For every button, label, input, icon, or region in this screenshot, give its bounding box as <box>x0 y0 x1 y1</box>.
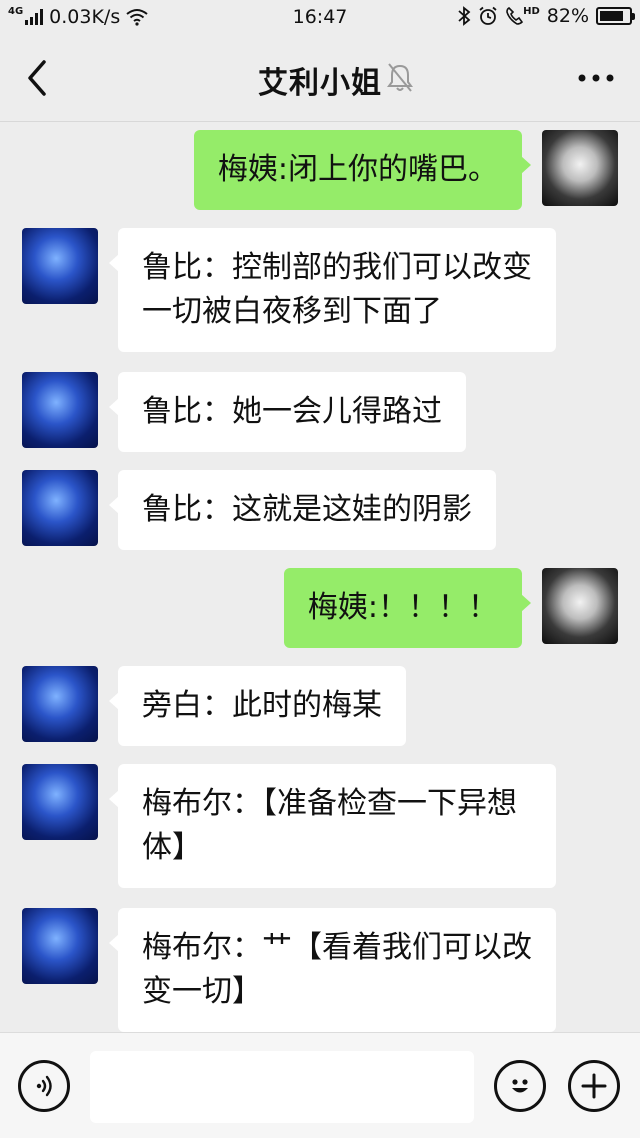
incoming-bubble[interactable]: 鲁比：控制部的我们可以改变一切被白夜移到下面了 <box>109 228 556 352</box>
message-text: 梅布尔：【准备检查一下异想体】 <box>142 786 517 865</box>
incoming-bubble[interactable]: 梅布尔：艹【看着我们可以改变一切】 <box>109 908 556 1032</box>
message-text: 旁白：此时的梅某 <box>142 688 382 723</box>
outgoing-bubble[interactable]: 梅姨:！！！！ <box>283 568 532 648</box>
chat-header: 艾利小姐 <box>0 34 640 122</box>
message-text: 梅姨:闭上你的嘴巴。 <box>217 152 498 187</box>
battery-icon <box>596 7 635 25</box>
message-text: 梅姨:！！！！ <box>307 590 498 625</box>
message-row: 梅姨:！！！！ <box>0 568 640 648</box>
emoji-button[interactable] <box>494 1060 546 1112</box>
plus-button[interactable] <box>568 1060 620 1112</box>
message-text: 鲁比：控制部的我们可以改变一切被白夜移到下面了 <box>142 250 532 329</box>
battery-fill <box>600 11 623 21</box>
message-text: 鲁比：这就是这娃的阴影 <box>142 492 472 527</box>
message-row: 鲁比：她一会儿得路过 <box>0 372 640 452</box>
plus-icon <box>581 1073 607 1099</box>
contact-avatar[interactable] <box>22 228 98 304</box>
bell-muted-icon <box>387 63 413 92</box>
contact-avatar[interactable] <box>22 372 98 448</box>
contact-avatar[interactable] <box>22 470 98 546</box>
hd-call-icon: HD <box>505 6 540 26</box>
bluetooth-icon <box>458 6 471 26</box>
message-row: 梅布尔：艹【看着我们可以改变一切】 <box>0 908 640 1032</box>
input-bar <box>0 1032 640 1138</box>
incoming-bubble[interactable]: 旁白：此时的梅某 <box>109 666 406 746</box>
voice-button[interactable] <box>18 1060 70 1112</box>
emoji-icon <box>512 1079 528 1093</box>
message-row: 鲁比：控制部的我们可以改变一切被白夜移到下面了 <box>0 228 640 352</box>
hd-label: HD <box>523 6 540 17</box>
contact-avatar[interactable] <box>22 908 98 984</box>
incoming-bubble[interactable]: 鲁比：这就是这娃的阴影 <box>109 470 496 550</box>
message-row: 梅姨:闭上你的嘴巴。 <box>0 130 640 210</box>
contact-avatar[interactable] <box>22 666 98 742</box>
message-row: 旁白：此时的梅某 <box>0 666 640 746</box>
more-dots-icon[interactable] <box>576 68 616 88</box>
message-row: 梅布尔：【准备检查一下异想体】 <box>0 764 640 888</box>
outgoing-bubble[interactable]: 梅姨:闭上你的嘴巴。 <box>193 130 532 210</box>
contact-avatar[interactable] <box>22 764 98 840</box>
message-text: 梅布尔：艹【看着我们可以改变一切】 <box>142 930 532 1009</box>
voice-icon <box>36 1075 52 1097</box>
my-avatar[interactable] <box>542 568 618 644</box>
status-right: HD 82% <box>457 5 635 27</box>
alarm-icon <box>479 6 497 25</box>
incoming-bubble[interactable]: 梅布尔：【准备检查一下异想体】 <box>109 764 556 888</box>
battery-percent: 82% <box>546 5 589 27</box>
message-row: 鲁比：这就是这娃的阴影 <box>0 470 640 550</box>
chat-title: 艾利小姐 <box>258 66 382 101</box>
message-text: 鲁比：她一会儿得路过 <box>142 394 442 429</box>
my-avatar[interactable] <box>542 130 618 206</box>
message-input[interactable] <box>90 1051 474 1123</box>
incoming-bubble[interactable]: 鲁比：她一会儿得路过 <box>109 372 466 452</box>
status-bar: 4G 0.03K/s 16:47 HD 82% <box>0 0 640 34</box>
title-wrap: 艾利小姐 <box>0 58 640 102</box>
